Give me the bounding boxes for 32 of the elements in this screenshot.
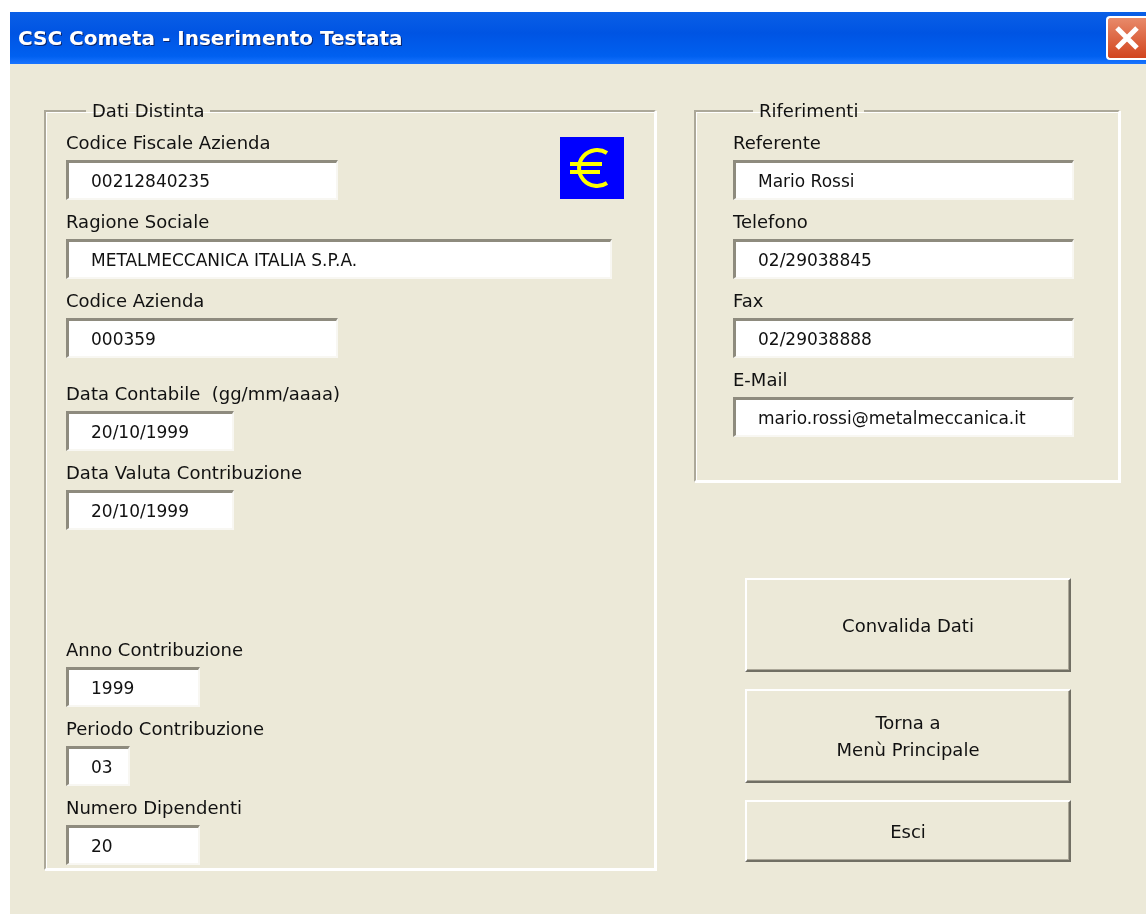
field-label: Numero Dipendenti (66, 798, 242, 818)
field-label: Fax (733, 291, 764, 311)
action-button[interactable]: Torna a Menù Principale (745, 689, 1071, 783)
group-title: Dati Distinta (91, 100, 206, 121)
field-label: Telefono (733, 212, 808, 232)
action-button[interactable]: Esci (745, 800, 1071, 862)
action-button[interactable]: Convalida Dati (745, 578, 1071, 672)
text-field[interactable]: 03 (66, 746, 130, 786)
text-field[interactable]: 02/29038845 (733, 239, 1074, 279)
field-label: Periodo Contribuzione (66, 719, 265, 739)
field-label: Anno Contribuzione (66, 640, 244, 660)
text-field[interactable]: 00212840235 (66, 160, 338, 200)
text-field[interactable]: 20/10/1999 (66, 411, 234, 451)
text-field[interactable]: 20 (66, 825, 200, 865)
text-field[interactable]: 1999 (66, 667, 200, 707)
field-label: Codice Azienda (66, 291, 205, 311)
text-field[interactable]: 20/10/1999 (66, 490, 234, 530)
text-field[interactable]: Mario Rossi (733, 160, 1074, 200)
field-label: Ragione Sociale (66, 212, 210, 232)
text-field[interactable]: METALMECCANICA ITALIA S.P.A. (66, 239, 612, 279)
group-title: Riferimenti (758, 100, 860, 121)
text-field[interactable]: 000359 (66, 318, 338, 358)
field-label: Referente (733, 133, 821, 153)
field-label: Data Valuta Contribuzione (66, 463, 303, 483)
text-field[interactable]: mario.rossi@metalmeccanica.it (733, 397, 1074, 437)
field-label: E-Mail (733, 370, 788, 390)
field-label: Codice Fiscale Azienda (66, 133, 271, 153)
window-title: CSC Cometa - Inserimento Testata (17, 26, 403, 50)
euro-icon (560, 137, 624, 199)
close-button[interactable] (1106, 16, 1146, 60)
field-label: Data Contabile (gg/mm/aaaa) (66, 384, 340, 404)
text-field[interactable]: 02/29038888 (733, 318, 1074, 358)
